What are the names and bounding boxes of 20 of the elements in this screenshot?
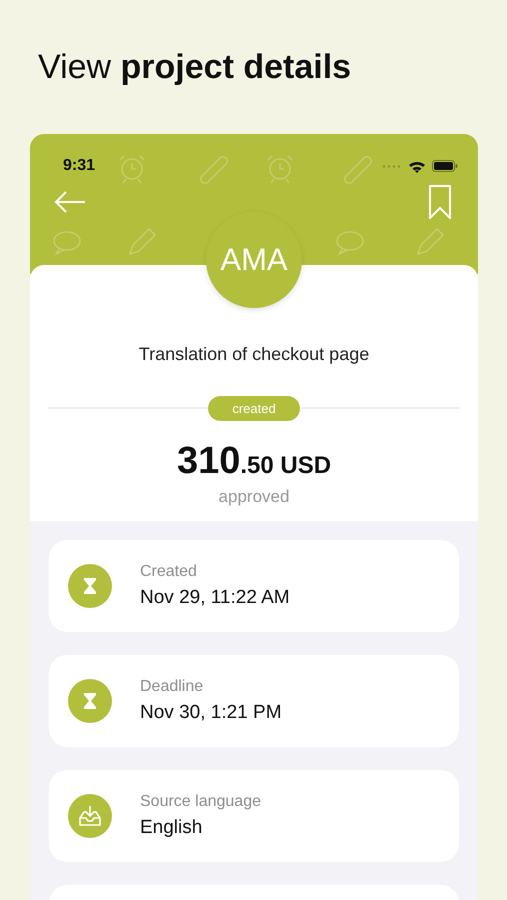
- amount-status: approved: [218, 486, 290, 508]
- bookmark-icon[interactable]: [429, 185, 451, 219]
- hourglass-icon: [68, 679, 112, 723]
- detail-value: Nov 29, 11:22 AM: [140, 587, 290, 609]
- detail-value: Nov 30, 1:21 PM: [140, 702, 282, 724]
- detail-label: Created: [140, 563, 198, 581]
- project-title: Translation of checkout page: [138, 343, 370, 366]
- headline: View project details: [37, 47, 352, 88]
- amount: 310.50 USD: [176, 441, 332, 484]
- battery-icon: [432, 160, 458, 172]
- detail-label: Deadline: [140, 678, 204, 696]
- detail-label: Source language: [140, 793, 261, 811]
- status-time: 9:31: [63, 157, 96, 175]
- detail-value: English: [140, 817, 204, 839]
- hourglass-icon: [68, 564, 112, 608]
- back-arrow-icon[interactable]: [54, 191, 86, 213]
- wifi-icon: [408, 160, 426, 172]
- status-badge: created: [208, 396, 300, 420]
- inbox-download-icon: [68, 794, 112, 838]
- signal-icon: [382, 164, 402, 168]
